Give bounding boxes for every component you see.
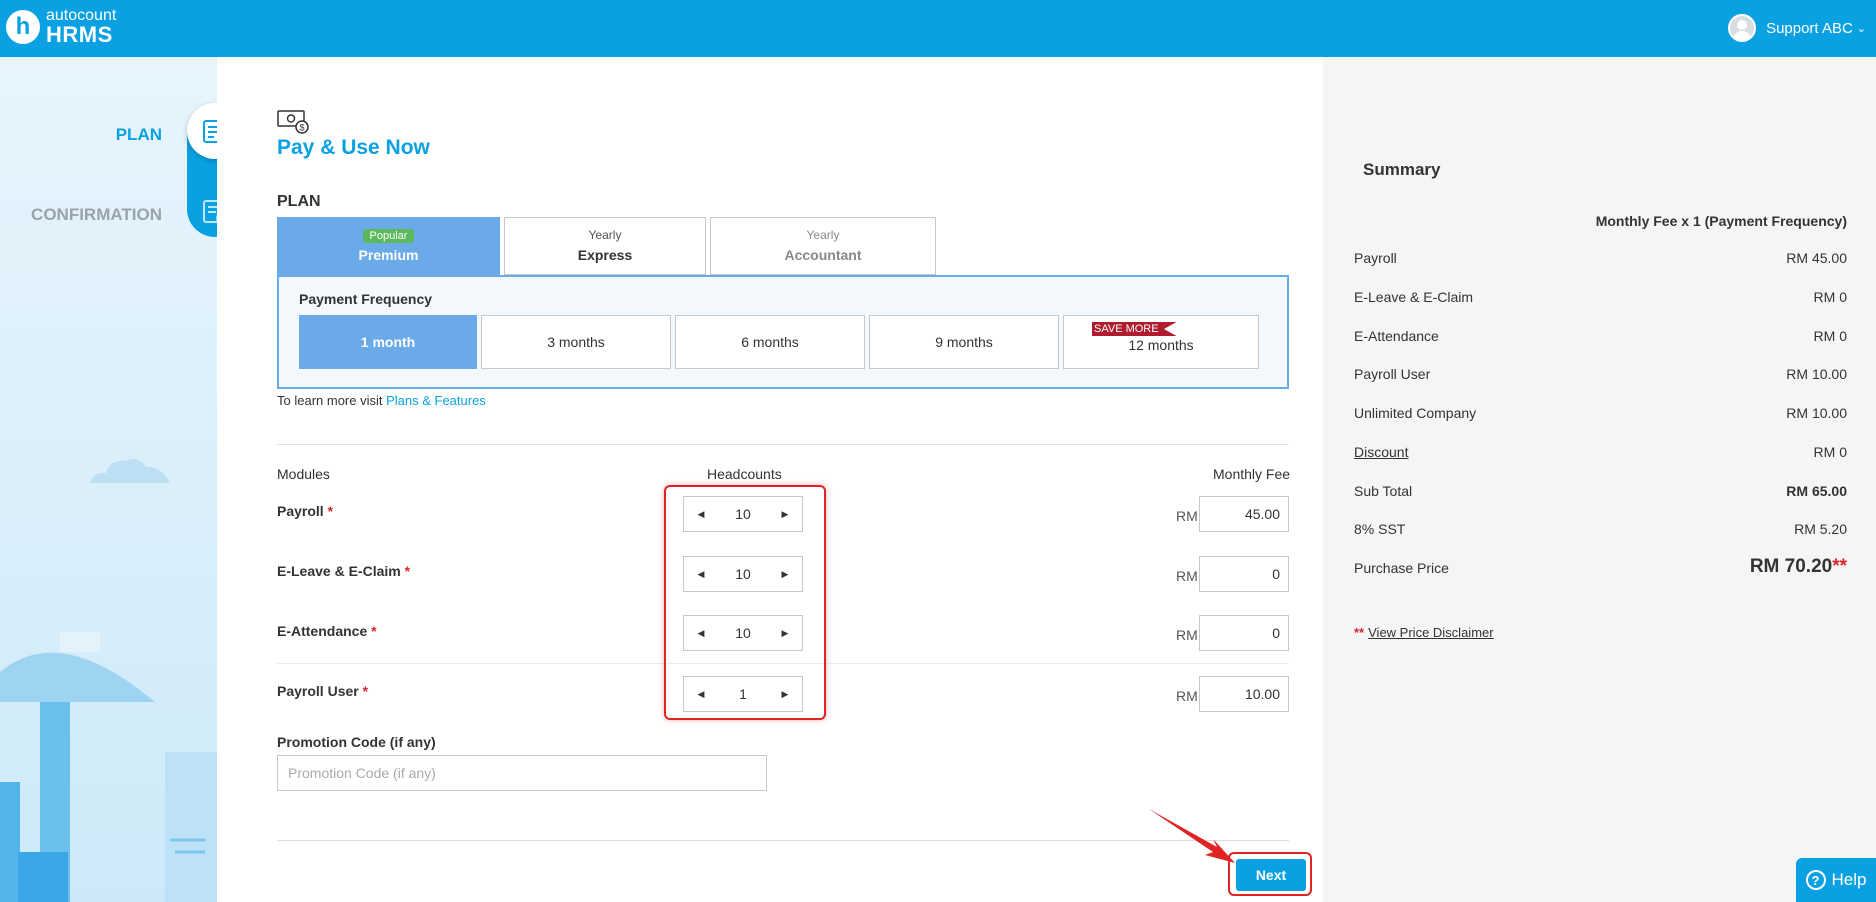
plan-tab-billing: Yearly	[588, 228, 622, 242]
summary-row-e-leave: E-Leave & E-Claim RM 0	[1354, 289, 1847, 305]
promo-code-label: Promotion Code (if any)	[277, 734, 436, 750]
user-menu[interactable]: Support ABC ⌄	[1728, 14, 1866, 42]
page-title: Pay & Use Now	[277, 136, 430, 159]
app-logo[interactable]: h autocount HRMS	[6, 8, 116, 46]
step-label-plan[interactable]: PLAN	[116, 125, 162, 145]
headcounts-column-header: Headcounts	[707, 466, 782, 482]
module-label-payroll-user: Payroll User *	[277, 683, 369, 699]
frequency-option-6-months[interactable]: 6 months	[675, 315, 865, 369]
question-icon: ?	[1805, 870, 1826, 890]
avatar	[1728, 14, 1757, 42]
plan-tab-label: Accountant	[784, 247, 862, 263]
divider	[277, 840, 1289, 841]
city-illustration	[0, 632, 217, 902]
module-label-payroll: Payroll *	[277, 503, 334, 519]
module-label-e-leave: E-Leave & E-Claim *	[277, 563, 411, 579]
help-button[interactable]: ? Help	[1796, 858, 1876, 902]
summary-caption: Monthly Fee x 1 (Payment Frequency)	[1595, 213, 1847, 229]
document-check-icon	[203, 200, 217, 223]
payment-frequency-title: Payment Frequency	[299, 291, 433, 307]
summary-row-payroll-user: Payroll User RM 10.00	[1354, 366, 1847, 382]
fee-field-payroll-user[interactable]: 10.00	[1199, 676, 1289, 712]
arrow-annotation	[1149, 809, 1235, 863]
currency-label: RM	[1176, 508, 1198, 524]
document-edit-icon	[203, 120, 217, 143]
summary-panel: Summary Monthly Fee x 1 (Payment Frequen…	[1323, 57, 1876, 902]
headcount-highlight-annotation	[664, 485, 826, 720]
frequency-option-label: 12 months	[1128, 337, 1194, 353]
plans-features-link[interactable]: Plans & Features	[386, 393, 486, 408]
payment-frequency-panel: Payment Frequency 1 month 3 months 6 mon…	[277, 275, 1289, 389]
next-button[interactable]: Next	[1236, 859, 1306, 891]
divider	[277, 444, 1289, 445]
user-name: Support ABC	[1766, 19, 1853, 37]
frequency-options: 1 month 3 months 6 months 9 months SAVE …	[299, 315, 1259, 369]
summary-row-sst: 8% SST RM 5.20	[1354, 521, 1847, 537]
discount-link[interactable]: Discount	[1354, 444, 1408, 460]
step-label-confirmation[interactable]: CONFIRMATION	[31, 205, 162, 225]
main-content: $ Pay & Use Now PLAN Popular Premium Yea…	[217, 57, 1323, 902]
currency-label: RM	[1176, 568, 1198, 584]
plan-tab-label: Premium	[358, 247, 419, 263]
plan-tab-billing: Yearly	[806, 228, 840, 242]
svg-text:$: $	[299, 123, 304, 133]
fee-field-e-leave[interactable]: 0	[1199, 556, 1289, 592]
promo-code-input[interactable]	[277, 755, 767, 791]
cloud-illustration	[90, 459, 170, 483]
plan-tab-express[interactable]: Yearly Express	[504, 217, 706, 275]
summary-row-discount: Discount RM 0	[1354, 444, 1847, 460]
module-label-e-attendance: E-Attendance *	[277, 623, 377, 639]
modules-column-header: Modules	[277, 466, 330, 482]
purchase-price-value: RM 70.20**	[1749, 556, 1847, 577]
plan-heading: PLAN	[277, 193, 321, 210]
summary-row-purchase-price: Purchase Price RM 70.20**	[1354, 556, 1847, 577]
logo-mark: h	[6, 10, 40, 44]
monthly-fee-column-header: Monthly Fee	[1213, 466, 1291, 482]
plan-tab-premium[interactable]: Popular Premium	[277, 217, 500, 275]
price-disclaimer: ** View Price Disclaimer	[1354, 625, 1494, 640]
next-button-highlight: Next	[1228, 852, 1312, 896]
summary-title: Summary	[1363, 160, 1441, 179]
currency-label: RM	[1176, 627, 1198, 643]
plan-tab-label: Express	[577, 247, 633, 263]
summary-row-unlimited-company: Unlimited Company RM 10.00	[1354, 405, 1847, 421]
chevron-down-icon: ⌄	[1856, 22, 1866, 35]
fee-field-payroll[interactable]: 45.00	[1199, 496, 1289, 532]
plan-tab-accountant[interactable]: Yearly Accountant	[710, 217, 936, 275]
top-bar: h autocount HRMS Support ABC ⌄	[0, 0, 1876, 57]
frequency-option-3-months[interactable]: 3 months	[481, 315, 671, 369]
save-more-badge: SAVE MORE	[1092, 322, 1177, 336]
popular-badge: Popular	[362, 229, 415, 243]
summary-row-payroll: Payroll RM 45.00	[1354, 250, 1847, 266]
learn-more-text: To learn more visit Plans & Features	[277, 393, 486, 408]
money-icon: $	[277, 110, 309, 134]
fee-field-e-attendance[interactable]: 0	[1199, 615, 1289, 651]
currency-label: RM	[1176, 688, 1198, 704]
logo-text-bottom: HRMS	[46, 22, 113, 47]
plan-tabs: Popular Premium Yearly Express Yearly Ac…	[277, 217, 940, 275]
summary-row-subtotal: Sub Total RM 65.00	[1354, 483, 1847, 499]
frequency-option-12-months[interactable]: SAVE MORE 12 months	[1063, 315, 1259, 369]
help-label: Help	[1831, 870, 1867, 889]
summary-row-e-attendance: E-Attendance RM 0	[1354, 328, 1847, 344]
frequency-option-1-month[interactable]: 1 month	[299, 315, 477, 369]
frequency-option-9-months[interactable]: 9 months	[869, 315, 1059, 369]
step-sidebar: PLAN CONFIRMATION	[0, 57, 217, 902]
view-price-disclaimer-link[interactable]: View Price Disclaimer	[1368, 625, 1493, 640]
